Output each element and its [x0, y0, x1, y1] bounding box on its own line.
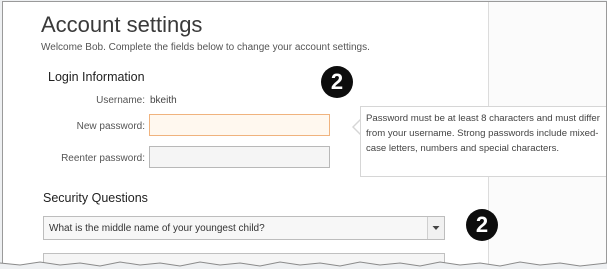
- step-badge-icon: 2: [466, 209, 498, 241]
- security-questions-heading: Security Questions: [43, 191, 148, 205]
- reenter-password-field[interactable]: [149, 146, 330, 168]
- username-value: bkeith: [150, 95, 177, 106]
- new-password-label: New password:: [76, 121, 145, 132]
- page-title: Account settings: [41, 12, 203, 37]
- welcome-text: Welcome Bob. Complete the fields below t…: [41, 42, 370, 53]
- security-question-select[interactable]: What is the middle name of your youngest…: [43, 216, 445, 240]
- step-badge-icon: 2: [321, 66, 353, 98]
- security-question-selected: What is the middle name of your youngest…: [49, 223, 265, 234]
- login-information-heading: Login Information: [48, 70, 145, 84]
- chevron-down-icon[interactable]: [427, 217, 444, 239]
- new-password-field[interactable]: [149, 114, 330, 136]
- torn-edge-divider: [0, 261, 607, 269]
- reenter-password-label: Reenter password:: [61, 153, 145, 164]
- account-settings-panel: Account settings Welcome Bob. Complete t…: [2, 1, 607, 269]
- password-hint-tooltip: Password must be at least 8 characters a…: [360, 106, 606, 177]
- username-label: Username:: [96, 95, 145, 106]
